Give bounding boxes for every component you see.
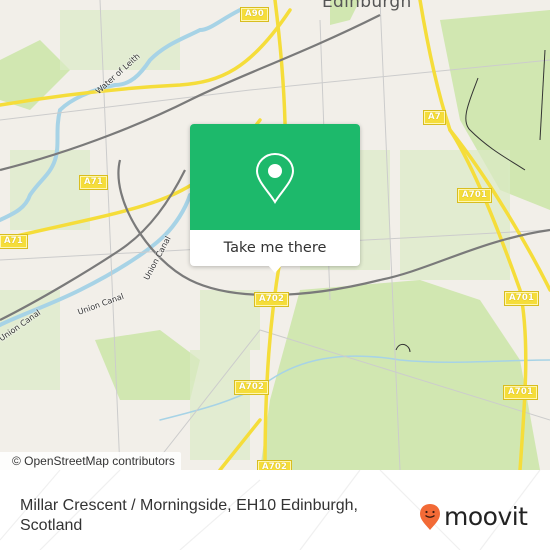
road-label-a90: A90 bbox=[239, 7, 270, 22]
road-label-a702: A702 bbox=[256, 460, 293, 470]
popup-header bbox=[190, 124, 360, 230]
road-label-a702: A702 bbox=[253, 292, 290, 307]
residential-block bbox=[10, 150, 90, 230]
address-line-2: Scotland bbox=[20, 517, 83, 534]
road-label-a71: A71 bbox=[78, 175, 109, 190]
road-label-a701: A701 bbox=[503, 291, 540, 306]
footer: Millar Crescent / Morningside, EH10 Edin… bbox=[0, 470, 550, 550]
road-label-a71: A71 bbox=[0, 234, 29, 249]
residential-block bbox=[60, 10, 180, 70]
moovit-wordmark: moovit bbox=[444, 502, 528, 531]
park-area bbox=[95, 330, 200, 400]
stop-address: Millar Crescent / Morningside, EH10 Edin… bbox=[20, 496, 400, 536]
map-view[interactable]: Edinburgh A90 A7 A71 A71 A701 A701 A701 … bbox=[0, 0, 550, 470]
map-attribution[interactable]: © OpenStreetMap contributors bbox=[0, 452, 181, 470]
road-label-a701: A701 bbox=[456, 188, 493, 203]
road-label-a702: A702 bbox=[233, 380, 270, 395]
moovit-logo[interactable]: moovit bbox=[419, 502, 528, 532]
moovit-pin-face-icon bbox=[420, 504, 440, 530]
park-area bbox=[260, 280, 540, 470]
city-label-edinburgh: Edinburgh bbox=[322, 0, 412, 12]
location-pin-icon bbox=[255, 152, 295, 204]
popup-pointer bbox=[267, 264, 283, 273]
take-me-there-button[interactable]: Take me there bbox=[190, 230, 360, 266]
address-line-1: Millar Crescent / Morningside, EH10 Edin… bbox=[20, 497, 358, 514]
road-label-a701: A701 bbox=[502, 385, 539, 400]
road-label-a7: A7 bbox=[423, 110, 446, 125]
location-popup[interactable]: Take me there bbox=[190, 124, 360, 273]
residential-block bbox=[400, 150, 510, 280]
